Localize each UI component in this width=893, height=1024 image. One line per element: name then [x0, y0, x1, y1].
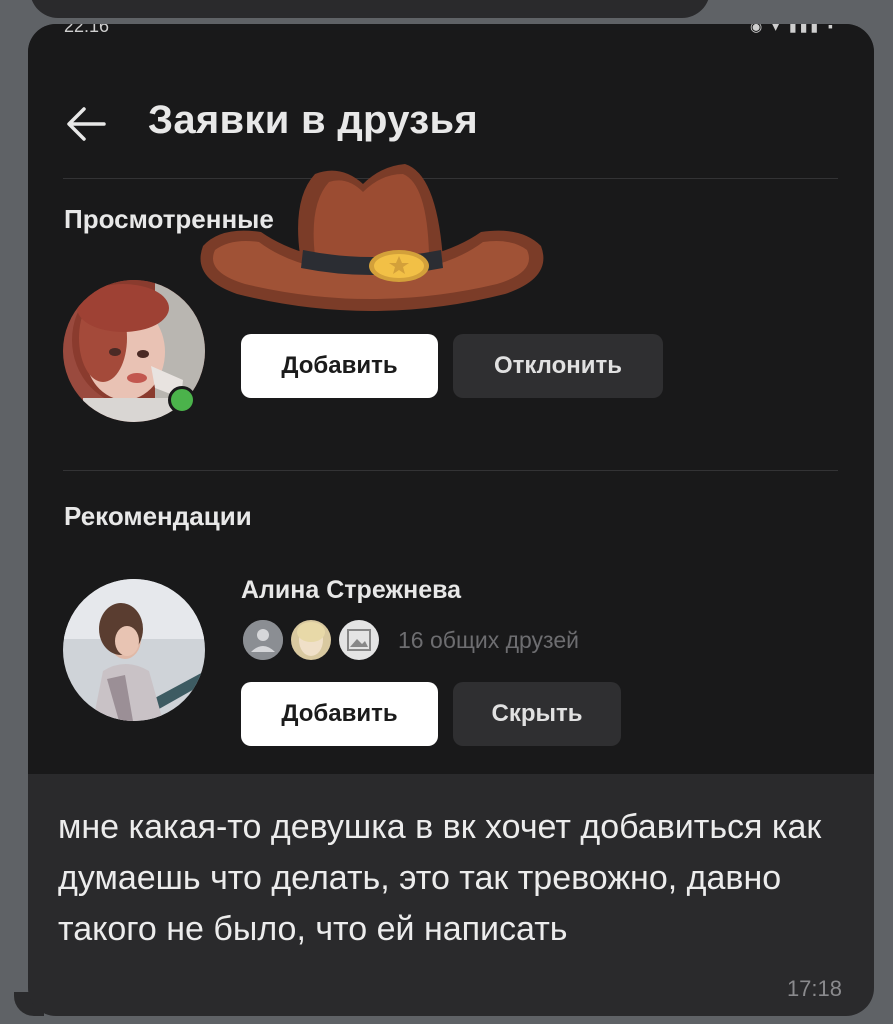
previous-message-bubble — [30, 0, 710, 18]
mutual-friend-placeholder-icon — [241, 618, 285, 662]
mutual-friend-image-icon — [337, 618, 381, 662]
message-text: мне какая-то девушка в вк хочет добавить… — [58, 808, 822, 948]
add-recommended-button[interactable]: Добавить — [241, 682, 438, 746]
mutual-friends-count: 16 общих друзей — [398, 627, 579, 653]
status-bar: 22:16 ◉ ▾ ▮▮▮ ▪ — [28, 24, 874, 38]
mutual-friends-row[interactable]: 16 общих друзей — [241, 618, 661, 662]
add-request-button[interactable]: Добавить — [241, 334, 438, 398]
online-dot-icon — [168, 386, 196, 414]
recommended-person-avatar[interactable] — [63, 579, 205, 721]
cowboy-hat-icon — [200, 164, 544, 311]
arrow-left-icon[interactable] — [64, 104, 108, 144]
recommended-person-name[interactable]: Алина Стрежнева — [241, 576, 461, 605]
message-time: 17:18 — [786, 976, 842, 1001]
mutual-friend-avatar — [289, 618, 333, 662]
status-icons: ◉ ▾ ▮▮▮ ▪ — [750, 24, 836, 34]
status-time: 22:16 — [64, 24, 110, 36]
chat-message-bubble[interactable]: 22:16 ◉ ▾ ▮▮▮ ▪ Заявки в друзья Просмотр… — [28, 24, 874, 1016]
recommendations-section-title: Рекомендации — [64, 501, 252, 531]
section-divider — [63, 470, 838, 471]
attached-screenshot[interactable]: 22:16 ◉ ▾ ▮▮▮ ▪ Заявки в друзья Просмотр… — [28, 24, 874, 774]
hide-recommended-button[interactable]: Скрыть — [453, 682, 621, 746]
app-header: Заявки в друзья — [28, 84, 874, 164]
page-title: Заявки в друзья — [148, 98, 478, 142]
decline-request-button[interactable]: Отклонить — [453, 334, 663, 398]
